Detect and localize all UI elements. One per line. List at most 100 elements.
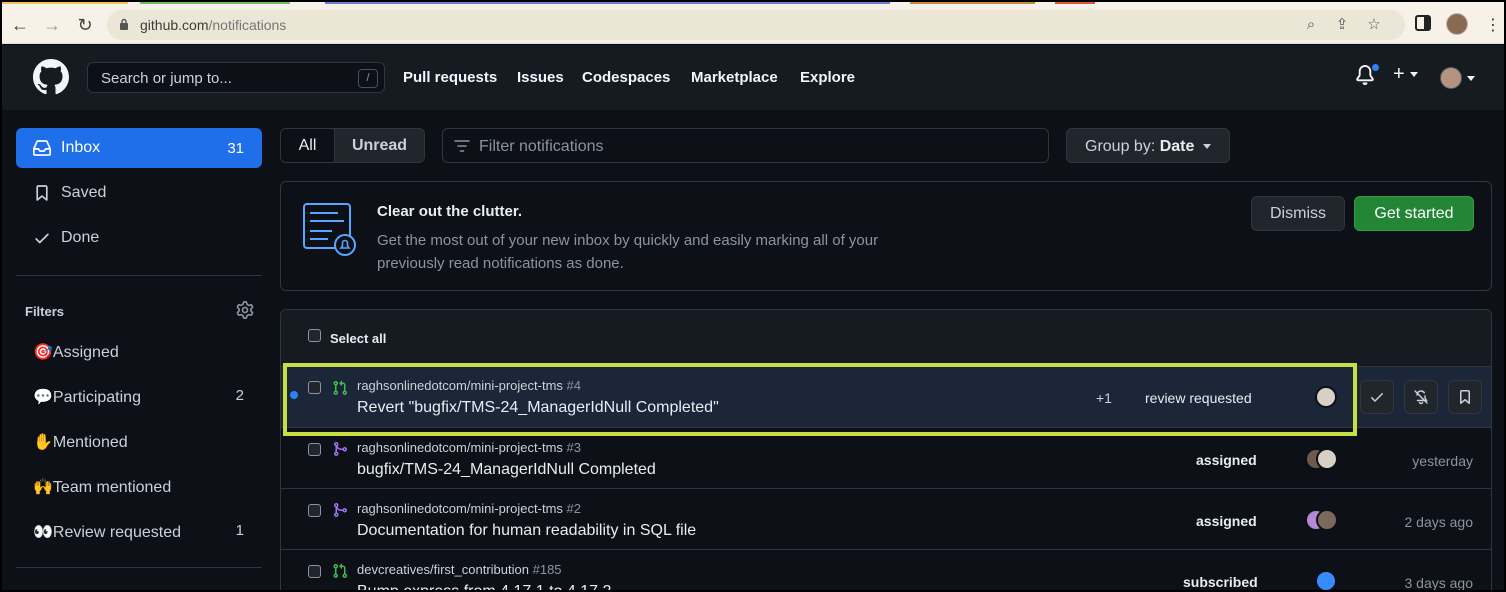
filter-label: Team mentioned: [52, 479, 172, 496]
notification-row[interactable]: devcreatives/first_contribution #185 Bum…: [281, 550, 1491, 592]
filter-team-mentioned[interactable]: 🙌Team mentioned: [33, 477, 262, 507]
filter-label: Participating: [52, 389, 141, 406]
filter-label: Review requested: [52, 524, 181, 541]
notification-time: 3 days ago: [1404, 575, 1474, 591]
target-emoji-icon: 🎯: [33, 344, 53, 361]
filters-heading: Filters: [25, 304, 65, 319]
profile-avatar[interactable]: [1446, 13, 1468, 35]
row-checkbox[interactable]: [308, 504, 321, 517]
pr-open-icon: [333, 563, 348, 579]
row-checkbox[interactable]: [308, 565, 321, 578]
nav-codespaces[interactable]: Codespaces: [582, 69, 670, 86]
address-bar[interactable]: github.com/notifications ⌕ ⇪ ☆: [107, 10, 1405, 40]
list-header: Select all: [281, 310, 1491, 367]
check-icon: [35, 233, 49, 244]
unsubscribe-button[interactable]: [1404, 380, 1438, 414]
notification-reason: subscribed: [1183, 574, 1258, 590]
filter-count: 1: [235, 522, 244, 539]
avatar: [1316, 509, 1338, 531]
filter-review-requested[interactable]: 👀Review requested 1: [33, 522, 262, 552]
row-checkbox[interactable]: [308, 381, 321, 394]
filter-notifications-input[interactable]: Filter notifications: [442, 128, 1049, 163]
github-logo-icon[interactable]: [33, 59, 69, 95]
mark-done-button[interactable]: [1360, 380, 1394, 414]
sidebar-item-saved[interactable]: Saved: [16, 173, 262, 213]
dependabot-avatar: [1315, 570, 1337, 592]
save-button[interactable]: [1448, 380, 1482, 414]
nav-issues[interactable]: Issues: [517, 69, 564, 86]
avatar: [1316, 448, 1338, 470]
inbox-illustration-icon: [303, 203, 356, 256]
filter-label: Mentioned: [52, 434, 128, 451]
repo-name[interactable]: devcreatives/first_contribution #185: [357, 562, 562, 577]
notification-time: yesterday: [1412, 453, 1473, 469]
filter-label: Assigned: [52, 344, 119, 361]
repo-name[interactable]: raghsonlinedotcom/mini-project-tms #2: [357, 501, 581, 516]
search-placeholder: Search or jump to...: [101, 70, 232, 87]
user-avatar[interactable]: [1440, 67, 1462, 89]
filter-participating[interactable]: 💬Participating 2: [33, 387, 262, 417]
get-started-button[interactable]: Get started: [1354, 196, 1474, 231]
banner-description: Get the most out of your new inbox by qu…: [377, 232, 879, 272]
notifications-bell-icon[interactable]: [1355, 63, 1380, 87]
group-by-dropdown[interactable]: Group by: Date: [1066, 128, 1230, 163]
notification-row[interactable]: raghsonlinedotcom/mini-project-tms #4 Re…: [281, 367, 1491, 428]
notification-title[interactable]: Revert "bugfix/TMS-24_ManagerIdNull Comp…: [357, 399, 719, 417]
reload-icon[interactable]: ↻: [74, 14, 96, 36]
filter-icon: [454, 140, 470, 152]
read-state-toggle: All Unread: [280, 128, 425, 163]
filter-assigned[interactable]: 🎯Assigned: [33, 342, 262, 372]
notification-time: 2 days ago: [1404, 514, 1474, 530]
notification-title[interactable]: bugfix/TMS-24_ManagerIdNull Completed: [357, 461, 656, 479]
browser-toolbar: ← → ↻ github.com/notifications ⌕ ⇪ ☆ ⋮: [0, 6, 1506, 44]
raising-hands-emoji-icon: 🙌: [33, 479, 53, 496]
filter-placeholder: Filter notifications: [479, 138, 604, 155]
forward-icon[interactable]: →: [41, 14, 63, 36]
user-menu-caret-icon[interactable]: [1467, 76, 1475, 81]
search-input[interactable]: Search or jump to... /: [87, 62, 385, 93]
sidebar-panel-icon[interactable]: [1415, 15, 1431, 36]
check-icon: [1371, 393, 1383, 402]
notification-row[interactable]: raghsonlinedotcom/mini-project-tms #3 bu…: [281, 428, 1491, 489]
filter-mentioned[interactable]: ✋Mentioned: [33, 432, 262, 462]
nav-marketplace[interactable]: Marketplace: [691, 69, 778, 86]
create-new-button[interactable]: +: [1393, 63, 1419, 86]
notification-list: Select all raghsonlinedotcom/mini-projec…: [280, 309, 1492, 592]
tab-unread[interactable]: Unread: [335, 129, 424, 162]
nav-explore[interactable]: Explore: [800, 69, 855, 86]
sidebar-divider: [16, 567, 262, 568]
menu-kebab-icon[interactable]: ⋮: [1485, 15, 1501, 35]
nav-pull-requests[interactable]: Pull requests: [403, 69, 497, 86]
unread-indicator: [1371, 63, 1380, 72]
back-icon[interactable]: ←: [9, 14, 31, 36]
notification-title[interactable]: Documentation for human readability in S…: [357, 522, 696, 540]
group-by-label: Group by:: [1085, 138, 1156, 155]
sidebar-item-done[interactable]: Done: [16, 218, 262, 258]
repo-name[interactable]: raghsonlinedotcom/mini-project-tms #3: [357, 440, 581, 455]
bell-slash-icon: [1414, 390, 1428, 405]
chevron-down-icon: [1203, 144, 1211, 149]
repo-name[interactable]: raghsonlinedotcom/mini-project-tms #4: [357, 378, 581, 393]
inbox-count: 31: [227, 140, 244, 157]
inbox-icon: [33, 140, 51, 156]
banner-title: Clear out the clutter.: [377, 203, 523, 220]
notification-row[interactable]: raghsonlinedotcom/mini-project-tms #2 Do…: [281, 489, 1491, 550]
zoom-icon[interactable]: ⌕: [1302, 16, 1320, 34]
gear-icon[interactable]: [236, 301, 254, 319]
sidebar-divider: [16, 275, 262, 276]
notification-reason: assigned: [1196, 513, 1257, 529]
tab-all[interactable]: All: [281, 129, 335, 162]
row-checkbox[interactable]: [308, 443, 321, 456]
dismiss-button[interactable]: Dismiss: [1251, 196, 1345, 231]
share-icon[interactable]: ⇪: [1333, 16, 1351, 34]
group-by-value: Date: [1159, 138, 1195, 155]
sidebar-item-label: Done: [61, 229, 100, 246]
eyes-emoji-icon: 👀: [33, 524, 53, 541]
sidebar-item-label: Inbox: [61, 139, 101, 156]
select-all-checkbox[interactable]: [308, 329, 321, 342]
notification-title[interactable]: Bump express from 4.17.1 to 4.17.2: [357, 583, 611, 592]
bookmark-star-icon[interactable]: ☆: [1365, 16, 1383, 34]
speech-bubble-emoji-icon: 💬: [33, 389, 53, 406]
unread-dot: [290, 391, 298, 399]
sidebar-item-inbox[interactable]: Inbox 31: [16, 128, 262, 168]
